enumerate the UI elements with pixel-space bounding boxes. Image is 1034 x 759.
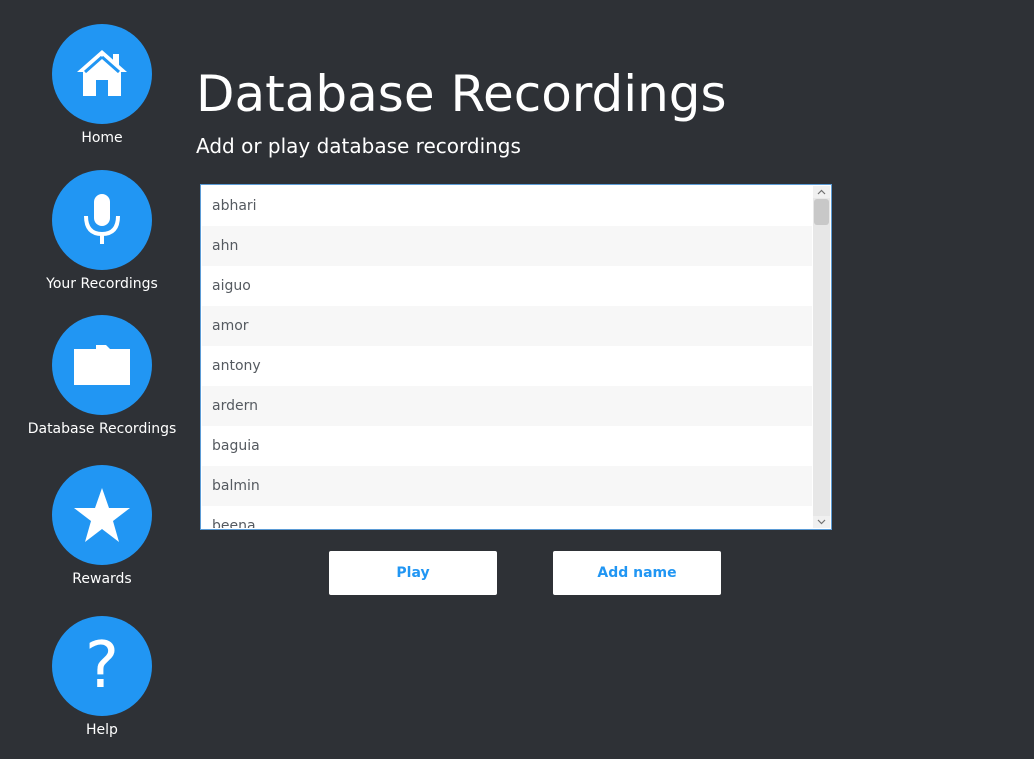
page-title: Database Recordings <box>196 65 727 123</box>
microphone-icon <box>84 194 120 244</box>
nav-label-help: Help <box>86 722 118 738</box>
nav-rewards[interactable]: Rewards <box>12 465 192 587</box>
nav-label-rewards: Rewards <box>72 571 132 587</box>
folder-icon <box>74 345 130 385</box>
star-icon-circle[interactable] <box>52 465 152 565</box>
home-icon-circle[interactable] <box>52 24 152 124</box>
page-subtitle: Add or play database recordings <box>196 134 521 158</box>
list-scrollbar[interactable] <box>813 186 830 528</box>
list-item[interactable]: beena <box>202 506 812 528</box>
help-icon-circle[interactable]: ? <box>52 616 152 716</box>
scroll-thumb[interactable] <box>814 199 829 225</box>
app-window: Home Your Recordings Database Recordings… <box>0 0 1034 759</box>
star-icon <box>74 488 130 542</box>
add-name-button[interactable]: Add name <box>553 551 721 595</box>
microphone-icon-circle[interactable] <box>52 170 152 270</box>
list-item[interactable]: amor <box>202 306 812 346</box>
list-viewport: abhari ahn aiguo amor antony ardern bagu… <box>202 186 812 528</box>
chevron-up-icon <box>817 189 826 195</box>
help-icon: ? <box>85 629 119 703</box>
folder-icon-circle[interactable] <box>52 315 152 415</box>
nav-database-recordings[interactable]: Database Recordings <box>12 315 192 437</box>
nav-label-home: Home <box>81 130 123 146</box>
nav-help[interactable]: ? Help <box>12 616 192 738</box>
list-item[interactable]: balmin <box>202 466 812 506</box>
chevron-down-icon <box>817 519 826 525</box>
play-button[interactable]: Play <box>329 551 497 595</box>
nav-label-database-recordings: Database Recordings <box>27 421 177 437</box>
nav-home[interactable]: Home <box>12 24 192 146</box>
list-item[interactable]: baguia <box>202 426 812 466</box>
recordings-listbox[interactable]: abhari ahn aiguo amor antony ardern bagu… <box>200 184 832 530</box>
list-item[interactable]: aiguo <box>202 266 812 306</box>
scroll-down-button[interactable] <box>813 516 830 528</box>
list-item[interactable]: ardern <box>202 386 812 426</box>
home-icon <box>77 50 127 96</box>
nav-label-your-recordings: Your Recordings <box>46 276 158 292</box>
list-item[interactable]: antony <box>202 346 812 386</box>
scroll-up-button[interactable] <box>813 186 830 198</box>
list-item[interactable]: abhari <box>202 186 812 226</box>
nav-your-recordings[interactable]: Your Recordings <box>12 170 192 292</box>
list-item[interactable]: ahn <box>202 226 812 266</box>
